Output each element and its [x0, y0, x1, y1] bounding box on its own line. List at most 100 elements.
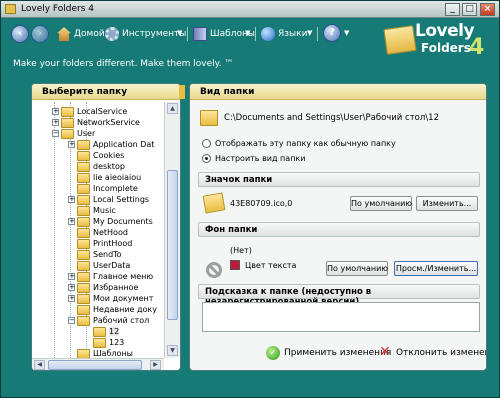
tree-item[interactable]: Cookies	[68, 150, 124, 161]
tree-horizontal-scrollbar[interactable]: ◀ ▶	[32, 358, 164, 370]
home-button[interactable]: Домой	[57, 27, 105, 41]
scroll-right-arrow-icon[interactable]: ▶	[150, 360, 161, 370]
tree-item-label: My Documents	[93, 217, 153, 226]
text-color-swatch[interactable]	[230, 260, 240, 270]
title-bar[interactable]: Lovely Folders 4 _ □ ×	[1, 1, 499, 18]
folder-icon	[61, 117, 74, 128]
folder-tree[interactable]: + LocalService + NetworkService − User + Applic…	[32, 102, 164, 358]
discard-changes-button[interactable]: ✕ Отклонить изменения	[378, 345, 486, 360]
tree-item[interactable]: + Избранное	[68, 282, 138, 293]
icon-default-button[interactable]: По умолчанию	[350, 196, 412, 211]
tree-item[interactable]: Incomplete	[68, 183, 138, 194]
scroll-down-arrow-icon[interactable]: ▼	[167, 345, 178, 356]
tree-item[interactable]: Music	[68, 205, 116, 216]
background-browse-button[interactable]: Просм./Изменить...	[394, 261, 478, 276]
tree-item[interactable]: NetHood	[68, 227, 128, 238]
scroll-up-arrow-icon[interactable]: ▲	[167, 103, 178, 114]
tree-item[interactable]: + Local Settings	[68, 194, 149, 205]
tree-expander-icon[interactable]: +	[68, 218, 75, 225]
tree-item[interactable]: + Главное меню	[68, 271, 153, 282]
tree-expander-icon[interactable]: +	[68, 284, 75, 291]
globe-icon	[261, 27, 275, 41]
scrollbar-thumb[interactable]	[48, 360, 142, 370]
home-icon	[57, 27, 71, 41]
forward-button[interactable]: ›	[31, 25, 49, 43]
folder-icon	[77, 194, 90, 205]
tree-item[interactable]: lie aieoiaiou	[68, 172, 141, 183]
help-dropdown-arrow-icon[interactable]: ▼	[344, 29, 349, 37]
toolbar-divider	[317, 27, 318, 41]
help-icon[interactable]: ?	[323, 24, 341, 42]
check-icon: ✓	[266, 346, 280, 360]
languages-dropdown-arrow-icon[interactable]: ▼	[307, 29, 312, 37]
tree-item-label: Music	[93, 206, 116, 215]
tools-dropdown-arrow-icon[interactable]: ▼	[177, 29, 182, 37]
custom-folder-icon	[202, 192, 226, 214]
background-default-button[interactable]: По умолчанию	[326, 261, 388, 276]
tree-expander-icon[interactable]: +	[68, 196, 75, 203]
minimize-button[interactable]: _	[445, 3, 460, 16]
maximize-button[interactable]: □	[462, 3, 477, 16]
tree-item[interactable]: Недавние доку	[68, 304, 157, 315]
text-color-picker[interactable]: Цвет текста	[230, 260, 296, 270]
tree-expander-icon[interactable]: +	[68, 273, 75, 280]
option-normal-folder[interactable]: Отображать эту папку как обычную папку	[202, 139, 396, 148]
tree-item-label: desktop	[93, 162, 125, 171]
languages-button[interactable]: Языки	[261, 27, 307, 41]
tree-item[interactable]: PrintHood	[68, 238, 132, 249]
tree-item[interactable]: 12	[84, 326, 120, 337]
toolbar-divider	[187, 27, 188, 41]
tools-button[interactable]: Инструменты	[105, 27, 186, 41]
tree-vertical-scrollbar[interactable]: ▲ ▼	[164, 102, 180, 358]
app-folder-icon	[5, 4, 16, 14]
tree-expander-icon[interactable]: +	[52, 119, 59, 126]
tree-item[interactable]: SendTo	[68, 249, 122, 260]
home-label: Домой	[74, 29, 105, 39]
tree-item-label: NetworkService	[77, 118, 140, 127]
folder-icon	[93, 337, 106, 348]
tree-item[interactable]: + Application Dat	[68, 139, 154, 150]
folder-icon	[93, 326, 106, 337]
panel-splitter-tab[interactable]	[179, 85, 185, 99]
radio-normal[interactable]	[202, 139, 211, 148]
tree-item[interactable]: − Рабочий стол	[68, 315, 149, 326]
tree-item[interactable]: + My Documents	[68, 216, 153, 227]
tooltip-textarea[interactable]	[202, 302, 480, 332]
tree-item[interactable]: desktop	[68, 161, 125, 172]
languages-label: Языки	[278, 29, 308, 39]
tree-item[interactable]: UserData	[68, 260, 130, 271]
icon-change-button[interactable]: Изменить...	[416, 196, 478, 211]
back-button[interactable]: ‹	[11, 25, 29, 43]
text-color-label: Цвет текста	[245, 260, 297, 270]
tree-item[interactable]: − User	[52, 128, 95, 139]
apply-changes-button[interactable]: ✓ Применить изменения	[266, 346, 391, 360]
tree-item-label: User	[77, 129, 96, 138]
tree-item[interactable]: + NetworkService	[52, 117, 140, 128]
scroll-left-arrow-icon[interactable]: ◀	[34, 360, 45, 370]
tree-item[interactable]: + LocalService	[52, 106, 127, 117]
templates-dropdown-arrow-icon[interactable]: ▼	[245, 29, 250, 37]
tree-expander-icon[interactable]: +	[68, 141, 75, 148]
radio-custom[interactable]	[202, 154, 211, 163]
option-custom-view[interactable]: Настроить вид папки	[202, 154, 305, 163]
folder-icon	[77, 172, 90, 183]
scrollbar-thumb[interactable]	[167, 170, 178, 320]
folder-icon	[77, 139, 90, 150]
folder-icon	[77, 205, 90, 216]
icon-section-header: Значок папки	[198, 172, 480, 187]
tree-item[interactable]: Шаблоны	[68, 348, 133, 358]
tree-expander-icon[interactable]: −	[68, 317, 75, 324]
tree-item-label: Application Dat	[93, 140, 155, 149]
logo-version: 4	[469, 35, 485, 60]
tree-item[interactable]: + Мои документ	[68, 293, 153, 304]
folder-icon	[77, 282, 90, 293]
close-button[interactable]: ×	[480, 3, 495, 16]
tree-item-label: Local Settings	[93, 195, 150, 204]
folder-icon	[77, 150, 90, 161]
folder-tree-header: Выберите папку	[32, 84, 180, 100]
tree-item[interactable]: 123	[84, 337, 124, 348]
tree-expander-icon[interactable]: +	[68, 295, 75, 302]
tree-expander-icon[interactable]: −	[52, 130, 59, 137]
tree-expander-icon[interactable]: +	[52, 108, 59, 115]
tree-item-label: Недавние доку	[93, 305, 157, 314]
